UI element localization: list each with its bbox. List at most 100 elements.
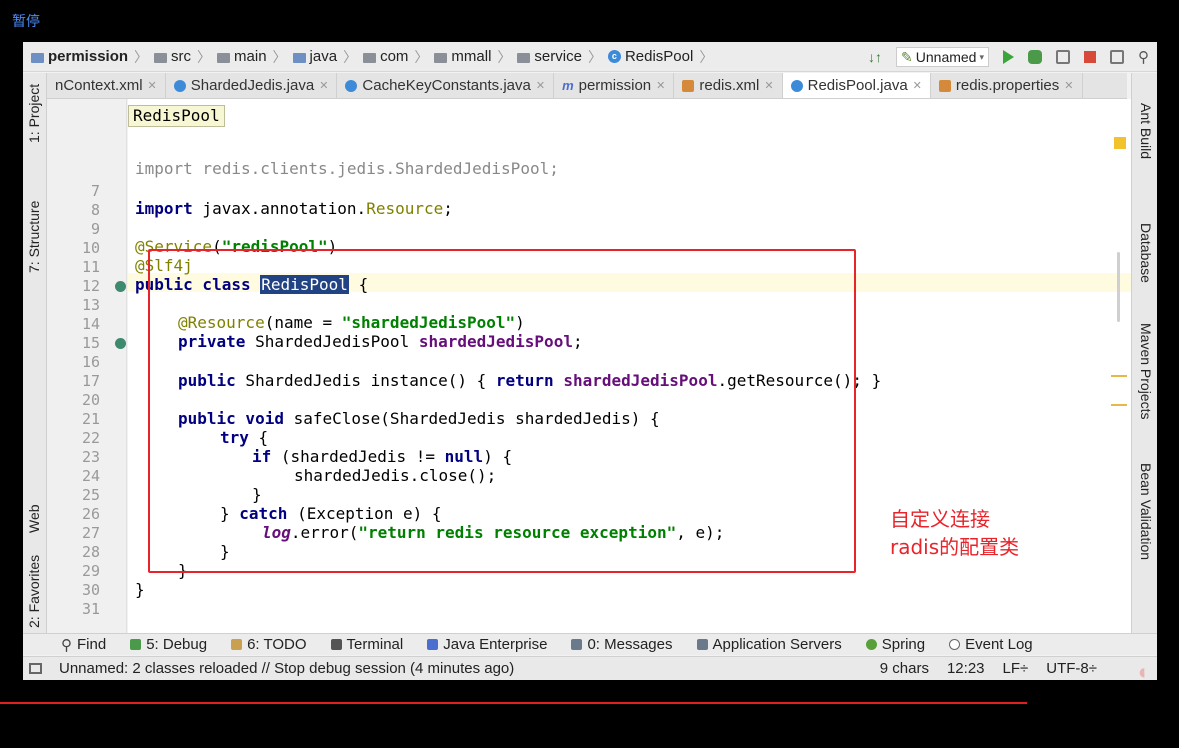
package-icon — [363, 52, 377, 63]
breadcrumb-com[interactable]: com 〉 — [363, 47, 430, 67]
close-icon[interactable]: ✕ — [764, 79, 773, 92]
breadcrumb-service[interactable]: service 〉 — [517, 47, 604, 67]
tool-web[interactable]: Web — [26, 504, 42, 533]
line-number: 11 — [81, 258, 100, 276]
warning-marker-icon[interactable] — [1114, 137, 1126, 149]
chevron-right-icon: 〉 — [699, 48, 714, 65]
folder-icon — [31, 52, 44, 63]
line-number: 30 — [81, 581, 100, 599]
tool-application-servers[interactable]: Application Servers — [696, 636, 842, 653]
stop-icon[interactable] — [1084, 51, 1096, 63]
line-number: 24 — [81, 467, 100, 485]
status-message[interactable]: Unnamed: 2 classes reloaded // Stop debu… — [59, 660, 514, 677]
tab-redis-xml[interactable]: redis.xml ✕ — [674, 73, 783, 98]
line-number: 14 — [81, 315, 100, 333]
bottom-tool-bar: ⚲ Find 5: Debug 6: TODO Terminal Java Ent… — [23, 633, 1157, 655]
class-icon — [790, 79, 803, 92]
chevron-right-icon: 〉 — [497, 48, 512, 65]
run-toolbar: ↓↑ ✎ Unnamed ▾ ⚲ — [868, 42, 1149, 72]
class-icon: c — [607, 50, 621, 63]
run-config-select[interactable]: ✎ Unnamed ▾ — [896, 47, 989, 67]
code-line-6: import redis.clients.jedis.ShardedJedisP… — [135, 159, 559, 178]
folder-icon — [292, 52, 306, 63]
package-icon — [517, 52, 531, 63]
sort-icon[interactable]: ↓↑ — [868, 49, 882, 65]
tool-event-log[interactable]: Event Log — [949, 636, 1033, 653]
tool-window-toggle-icon[interactable] — [29, 663, 42, 674]
chevron-right-icon: 〉 — [587, 48, 602, 65]
run-icon[interactable] — [1003, 50, 1014, 64]
breadcrumb-src[interactable]: src 〉 — [154, 47, 213, 67]
chevron-right-icon: 〉 — [197, 48, 212, 65]
folder-icon — [154, 52, 168, 63]
chevron-right-icon: 〉 — [414, 48, 429, 65]
tool-java-enterprise[interactable]: Java Enterprise — [427, 636, 547, 653]
event-log-icon — [949, 639, 961, 650]
project-structure-icon[interactable] — [1110, 50, 1124, 64]
line-number: 27 — [81, 524, 100, 542]
tab-application-context[interactable]: nContext.xml ✕ — [47, 73, 166, 98]
tool-bean-validation[interactable]: Bean Validation — [1138, 463, 1154, 560]
close-icon[interactable]: ✕ — [319, 79, 328, 92]
tool-structure[interactable]: 7: Structure — [26, 201, 42, 273]
error-stripe-mark[interactable] — [1111, 404, 1127, 406]
code-line-30: } — [135, 580, 145, 599]
tool-debug[interactable]: 5: Debug — [130, 636, 207, 653]
status-bar: Unnamed: 2 classes reloaded // Stop debu… — [23, 656, 1157, 680]
breadcrumb-main[interactable]: main 〉 — [217, 47, 289, 67]
tab-permission[interactable]: m permission ✕ — [554, 73, 675, 98]
close-icon[interactable]: ✕ — [913, 79, 922, 92]
video-progress-bar[interactable] — [0, 702, 1027, 704]
tool-database[interactable]: Database — [1138, 223, 1154, 283]
line-number: 28 — [81, 543, 100, 561]
debug-icon — [130, 639, 142, 650]
close-icon[interactable]: ✕ — [656, 79, 665, 92]
breadcrumb-java[interactable]: java 〉 — [292, 47, 360, 67]
tool-find[interactable]: ⚲ Find — [61, 636, 106, 654]
tab-redis-properties[interactable]: redis.properties ✕ — [931, 73, 1083, 98]
file-encoding[interactable]: UTF-8÷ — [1046, 660, 1097, 677]
chevron-right-icon: 〉 — [134, 48, 149, 65]
line-number: 10 — [81, 239, 100, 257]
error-stripe-mark[interactable] — [1111, 375, 1127, 377]
close-icon[interactable]: ✕ — [148, 79, 157, 92]
bean-gutter-icon[interactable] — [115, 338, 126, 349]
line-number: 22 — [81, 429, 100, 447]
line-number: 15 — [81, 334, 100, 352]
status-indicators: 9 chars 12:23 LF÷ UTF-8÷ — [880, 660, 1097, 677]
breadcrumb-redispool[interactable]: c RedisPool 〉 — [607, 47, 715, 67]
debug-icon[interactable] — [1028, 50, 1042, 64]
line-separator[interactable]: LF÷ — [1003, 660, 1029, 677]
tool-favorites[interactable]: 2: Favorites — [26, 555, 42, 628]
selection-count: 9 chars — [879, 660, 929, 677]
tool-messages[interactable]: 0: Messages — [571, 636, 673, 653]
breadcrumb-permission[interactable]: permission 〉 — [31, 47, 150, 67]
tool-spring[interactable]: Spring — [865, 636, 925, 653]
tab-redispool[interactable]: RedisPool.java ✕ — [782, 73, 931, 98]
class-icon — [345, 79, 358, 92]
tool-ant-build[interactable]: Ant Build — [1138, 103, 1154, 159]
line-number: 9 — [90, 220, 100, 238]
bean-gutter-icon[interactable] — [115, 281, 126, 292]
search-icon[interactable]: ⚲ — [1138, 48, 1149, 66]
line-number: 21 — [81, 410, 100, 428]
close-icon[interactable]: ✕ — [536, 79, 545, 92]
class-icon — [173, 79, 186, 92]
scrollbar-thumb[interactable] — [1117, 252, 1120, 322]
tool-project[interactable]: 1: Project — [26, 84, 42, 143]
close-icon[interactable]: ✕ — [1064, 79, 1073, 92]
line-number: 17 — [81, 372, 100, 390]
line-number: 29 — [81, 562, 100, 580]
caret-position[interactable]: 12:23 — [947, 660, 985, 677]
tool-terminal[interactable]: Terminal — [330, 636, 403, 653]
breadcrumb-mmall[interactable]: mmall 〉 — [434, 47, 513, 67]
tab-cachekeyconstants[interactable]: CacheKeyConstants.java ✕ — [337, 73, 555, 98]
chevron-right-icon: 〉 — [272, 48, 287, 65]
line-number: 20 — [81, 391, 100, 409]
tab-shardedjedis[interactable]: ShardedJedis.java ✕ — [166, 73, 338, 98]
tool-todo[interactable]: 6: TODO — [231, 636, 307, 653]
tool-maven-projects[interactable]: Maven Projects — [1138, 323, 1154, 419]
coverage-icon[interactable] — [1056, 50, 1070, 64]
chevron-down-icon: ▾ — [979, 51, 984, 62]
xml-file-icon — [682, 79, 695, 92]
